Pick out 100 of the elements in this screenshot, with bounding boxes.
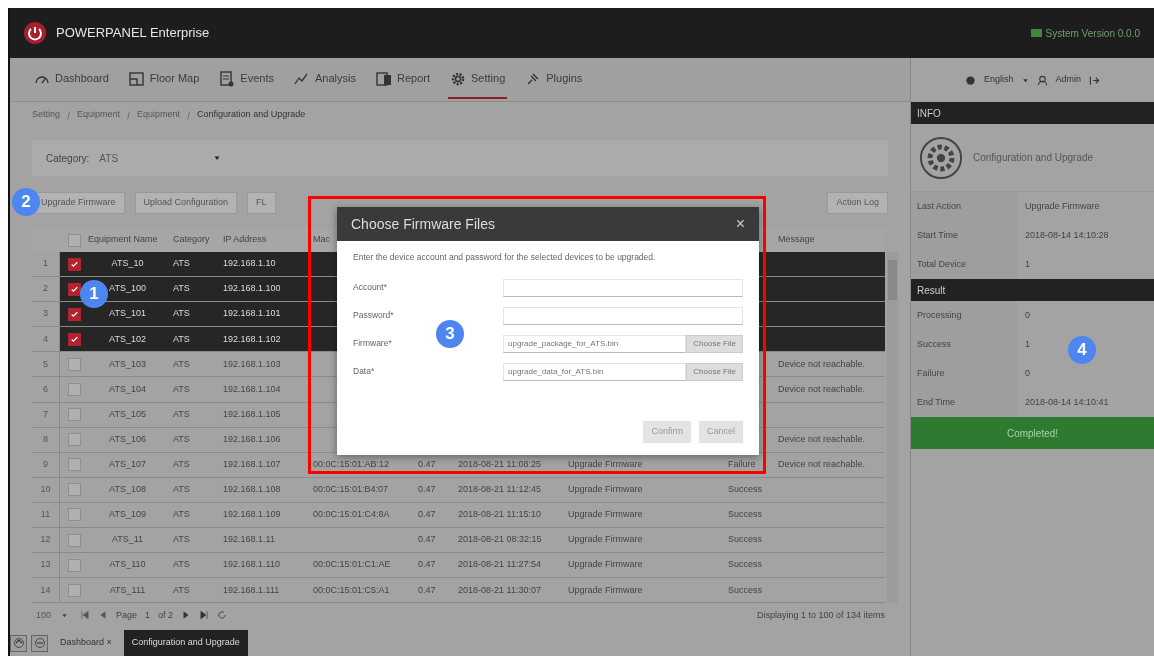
table-cell: ATS	[173, 408, 190, 419]
breadcrumb-link[interactable]: Equipment	[137, 108, 181, 122]
table-cell: Failure	[728, 459, 756, 470]
row-checkbox[interactable]	[68, 483, 81, 497]
row-checkbox[interactable]	[68, 508, 81, 522]
table-cell: 192.168.1.105	[223, 408, 281, 419]
row-checkbox[interactable]	[68, 533, 81, 547]
table-cell: 00:0C:15:01:C5:A1	[313, 584, 390, 595]
table-cell: 192.168.1.102	[223, 333, 281, 344]
table-cell: ATS	[173, 559, 190, 570]
scrollbar[interactable]	[887, 252, 898, 603]
check-icon	[70, 309, 79, 319]
nav-tab[interactable]: Dashboard	[32, 60, 111, 99]
last-page-button[interactable]	[199, 610, 210, 621]
text-field[interactable]	[503, 306, 743, 325]
check-icon	[70, 334, 79, 344]
toolbar-button[interactable]: FL	[247, 192, 276, 214]
user-menu[interactable]: Admin	[1055, 73, 1081, 87]
text-field[interactable]	[503, 278, 743, 297]
nav-tab[interactable]: Setting	[448, 60, 508, 99]
table-cell: ATS_110	[109, 559, 146, 570]
column-header[interactable]: IP Address	[223, 234, 267, 245]
select-all-checkbox[interactable]	[68, 233, 81, 247]
column-header[interactable]: Mac	[313, 234, 330, 245]
first-page-button[interactable]	[80, 610, 90, 621]
table-cell: Upgrade Firmware	[568, 534, 643, 545]
nav-tab[interactable]: Report	[373, 60, 432, 99]
row-number: 14	[32, 578, 60, 603]
detail-value: 0	[1025, 366, 1030, 380]
detail-label: Start Time	[911, 221, 1017, 250]
refresh-button[interactable]	[217, 610, 228, 621]
table-cell: ATS	[173, 258, 190, 269]
choose-file-button[interactable]: Choose File	[686, 334, 743, 353]
table-cell: ATS_105	[109, 408, 146, 419]
row-checkbox[interactable]	[68, 433, 81, 447]
table-cell: 00:0C:15:01:B4:07	[313, 484, 389, 495]
table-cell: Upgrade Firmware	[568, 484, 643, 495]
column-header[interactable]: Equipment Name	[88, 234, 158, 245]
row-checkbox[interactable]	[68, 558, 81, 572]
table-cell: Success	[728, 534, 762, 545]
nav-tab[interactable]: Floor Map	[126, 60, 202, 99]
nav-tab[interactable]: Events	[217, 60, 276, 99]
page-size-select[interactable]: 100	[32, 606, 72, 625]
column-header[interactable]: Message	[778, 234, 815, 245]
table-cell: 192.168.1.10	[223, 258, 276, 269]
table-cell: Device not reachable.	[778, 358, 866, 369]
previous-page-button[interactable]	[98, 610, 108, 621]
floor-plan-icon	[128, 70, 145, 87]
table-cell: 00:0C:15:01:C4:8A	[313, 509, 390, 520]
row-checkbox[interactable]	[68, 332, 81, 346]
file-path-field[interactable]: upgrade_package_for_ATS.bin	[503, 334, 687, 353]
dialog-button[interactable]: Cancel	[699, 421, 743, 443]
settings-icon	[450, 70, 466, 87]
table-cell: ATS_103	[109, 358, 146, 369]
table-cell: ATS_102	[109, 333, 146, 344]
row-checkbox[interactable]	[68, 458, 81, 472]
column-header[interactable]: Category	[173, 234, 210, 245]
table-cell: Success	[728, 484, 762, 495]
check-icon	[70, 259, 79, 269]
toolbar-button[interactable]: Upgrade Firmware	[32, 192, 125, 214]
table-cell: 00:0C:15:01:C1:AE	[313, 559, 391, 570]
detail-label: Total Device	[911, 250, 1017, 279]
table-cell: Success	[728, 584, 762, 595]
row-checkbox[interactable]	[68, 307, 81, 321]
nav-tab[interactable]: Plugins	[523, 60, 585, 99]
action-log-button[interactable]: Action Log	[827, 192, 888, 214]
table-cell: Upgrade Firmware	[568, 459, 643, 470]
row-checkbox[interactable]	[68, 282, 81, 296]
table-cell: 0.47	[418, 484, 436, 495]
page-tab[interactable]: Configuration and Upgrade	[123, 630, 248, 656]
row-checkbox[interactable]	[68, 408, 81, 422]
language-menu[interactable]: English	[983, 73, 1014, 87]
breadcrumb-link[interactable]: Setting	[32, 108, 61, 122]
dialog-button[interactable]: Confirm	[643, 421, 691, 443]
row-checkbox[interactable]	[68, 383, 81, 396]
row-checkbox[interactable]	[68, 357, 81, 371]
category-select[interactable]: ATS	[95, 149, 226, 167]
breadcrumb-link[interactable]: Equipment	[77, 108, 121, 122]
toolbar-button[interactable]: Upload Configuration	[134, 192, 238, 214]
panel-title: Configuration and Upgrade	[973, 151, 1094, 165]
close-button[interactable]: ×	[735, 212, 745, 236]
file-path-field[interactable]: upgrade_data_for_ATS.bin	[503, 362, 687, 381]
row-number: 9	[32, 452, 60, 477]
table-cell: ATS	[173, 433, 190, 444]
row-checkbox[interactable]	[68, 583, 81, 597]
expand-button[interactable]	[10, 634, 27, 652]
collapse-button[interactable]	[31, 634, 48, 652]
detail-value: 2018-08-14 14:10:41	[1025, 395, 1109, 409]
field-label: Password*	[353, 309, 395, 323]
table-cell: ATS_104	[109, 383, 146, 394]
table-cell: 0.47	[418, 559, 436, 570]
gear-icon	[919, 135, 963, 180]
field-label: Firmware*	[353, 337, 393, 351]
row-number: 1	[32, 252, 60, 277]
row-checkbox[interactable]	[68, 257, 81, 271]
nav-tab[interactable]: Analysis	[292, 60, 358, 99]
row-number: 11	[32, 502, 60, 528]
page-count: of 2	[158, 608, 174, 622]
page-number-field[interactable]: 1	[145, 608, 151, 623]
choose-file-button[interactable]: Choose File	[686, 362, 743, 381]
